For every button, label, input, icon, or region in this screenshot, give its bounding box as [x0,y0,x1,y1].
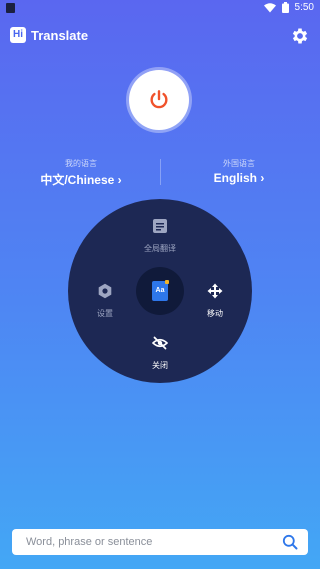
status-bar: 5:50 [0,0,320,17]
close-label: 关闭 [152,361,168,370]
power-button-ring [126,67,192,133]
translate-card-icon: Aa [152,280,169,301]
target-language-value: English › [213,171,265,185]
close-button[interactable]: 关闭 [130,335,190,371]
move-arrows-icon [207,283,223,299]
app-header: Hi Translate [10,26,310,46]
status-time: 5:50 [294,2,314,13]
power-button[interactable] [129,70,189,130]
settings-button[interactable] [290,26,310,46]
search-input[interactable] [26,529,266,555]
app-title: Translate [31,28,89,43]
translate-center-button[interactable]: Aa [136,267,184,315]
floating-menu-wheel: 全局翻译 设置 Aa 移动 关闭 [68,199,252,383]
language-divider [160,159,161,185]
document-icon [153,219,167,233]
status-right: 5:50 [263,2,314,13]
hexagon-settings-icon [98,283,112,299]
target-language-caption: 外国语言 [223,159,255,168]
search-icon [282,534,298,550]
battery-icon [281,2,289,13]
notification-icon [6,3,15,13]
source-language-caption: 我的语言 [65,159,97,168]
global-translate-label: 全局翻译 [144,244,176,253]
gear-icon [292,28,308,44]
target-language-selector[interactable]: 外国语言 English › [164,158,314,185]
power-icon [150,90,168,109]
move-button[interactable]: 移动 [185,283,245,319]
source-language-value: 中文/Chinese › [40,173,122,187]
menu-settings-label: 设置 [97,309,113,318]
eye-off-icon [151,336,169,350]
search-bar [12,529,308,555]
search-button[interactable] [282,534,298,550]
app-logo: Hi [10,27,26,43]
wifi-icon [263,2,276,12]
source-language-selector[interactable]: 我的语言 中文/Chinese › [6,158,156,188]
global-translate-button[interactable]: 全局翻译 [130,218,190,254]
move-label: 移动 [207,309,223,318]
menu-settings-button[interactable]: 设置 [75,283,135,319]
